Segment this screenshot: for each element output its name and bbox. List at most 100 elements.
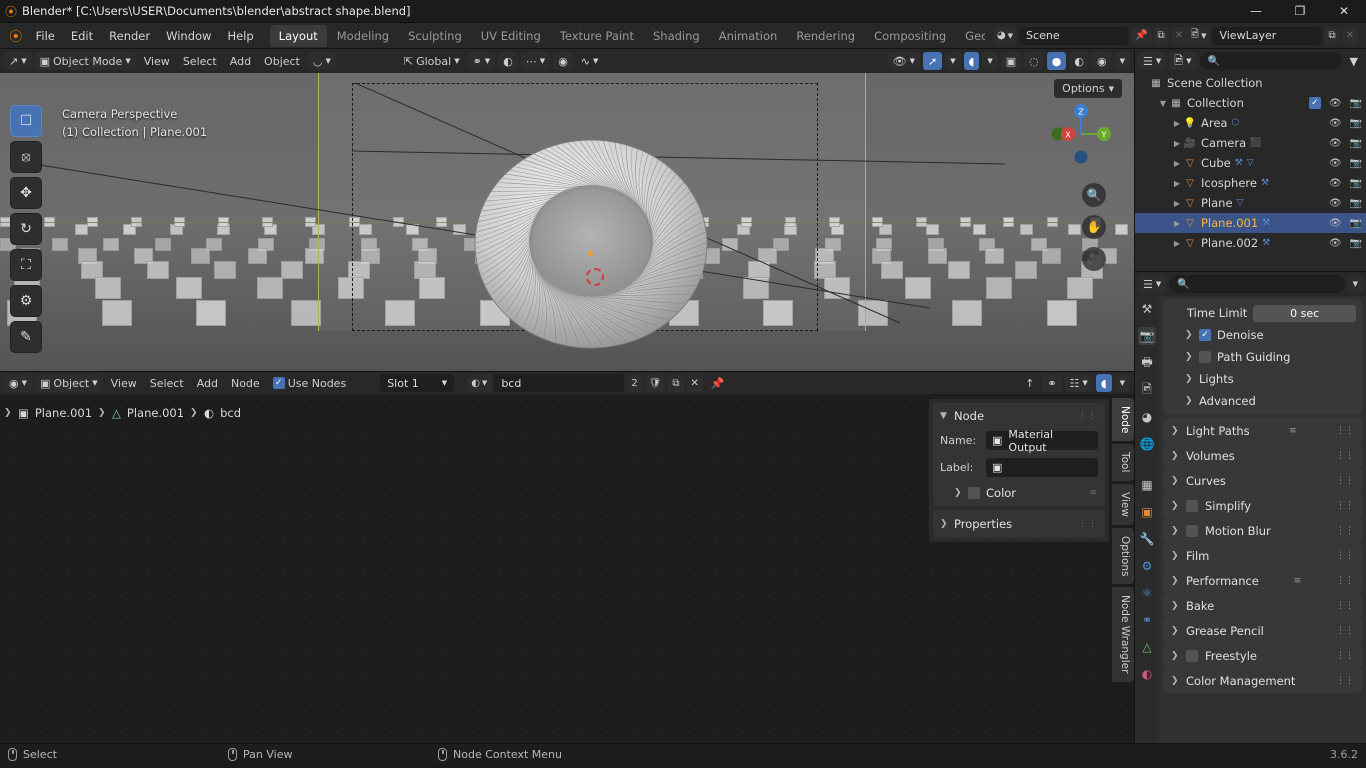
- disable-render-icon[interactable]: 📷: [1350, 118, 1362, 129]
- node-section-header[interactable]: ▼ Node ⋮⋮: [940, 409, 1098, 423]
- tool-annotate[interactable]: ✎: [10, 321, 42, 353]
- expand-triangle-icon[interactable]: ▶: [1171, 179, 1183, 188]
- menu-window[interactable]: Window: [158, 26, 219, 46]
- drag-dots-icon[interactable]: ⋮⋮: [1336, 676, 1354, 686]
- shading-material-icon[interactable]: ◐: [1069, 52, 1089, 70]
- modifier-icon[interactable]: ⚒: [1262, 238, 1270, 248]
- overlays-dropdown-icon[interactable]: ▼: [982, 52, 998, 70]
- outliner-row-area[interactable]: ▶ 💡 Area ⬡ 👁 📷: [1135, 113, 1366, 133]
- property-panel-performance[interactable]: ❯ Performance ≡ ⋮⋮: [1163, 568, 1362, 593]
- drag-dots-icon[interactable]: ⋮⋮: [1336, 576, 1354, 586]
- tab-scene-icon[interactable]: ◕: [1138, 408, 1156, 426]
- shader-menu-add[interactable]: Add: [192, 374, 223, 392]
- outliner-row-plane[interactable]: ▶ ▽ Plane ▽ 👁 📷: [1135, 193, 1366, 213]
- expand-triangle-icon[interactable]: ▶: [1171, 239, 1183, 248]
- property-sub-lights[interactable]: ❯ Lights: [1169, 368, 1356, 390]
- camera-view-icon[interactable]: 🎥: [1082, 247, 1106, 271]
- outliner-filter-icon[interactable]: ▼: [1345, 52, 1363, 70]
- material-name-field[interactable]: bcd: [494, 374, 625, 392]
- shading-wireframe-icon[interactable]: ◌: [1024, 52, 1044, 70]
- node-name-input[interactable]: ▣ Material Output: [986, 428, 1098, 454]
- outliner-row-cube[interactable]: ▶ ▽ Cube ⚒ ▽ 👁 📷: [1135, 153, 1366, 173]
- checkbox-icon[interactable]: [1186, 649, 1198, 662]
- tab-object-icon[interactable]: ▣: [1138, 503, 1156, 521]
- duplicate-material-icon[interactable]: ⧉: [668, 374, 684, 392]
- tab-texture-paint[interactable]: Texture Paint: [551, 25, 643, 47]
- gizmo-dropdown-icon[interactable]: ▼: [945, 52, 961, 70]
- hide-eye-icon[interactable]: 👁: [1329, 158, 1342, 169]
- node-overlays-icon[interactable]: ◖: [1095, 374, 1112, 392]
- property-panel-volumes[interactable]: ❯ Volumes ⋮⋮: [1163, 443, 1362, 468]
- shading-solid-icon[interactable]: ●: [1046, 52, 1067, 70]
- time-limit-value[interactable]: 0 sec: [1253, 304, 1356, 322]
- tool-cursor[interactable]: ⦻: [10, 141, 42, 173]
- outliner-editor-type-icon[interactable]: ☰ ▼: [1138, 52, 1167, 70]
- viewlayer-browse-icon[interactable]: 🖻 ▼: [1187, 26, 1211, 45]
- modifier-icon[interactable]: ⚒: [1261, 178, 1269, 188]
- material-browse-icon[interactable]: ◐ ▼: [467, 374, 492, 392]
- tab-sculpting[interactable]: Sculpting: [399, 25, 471, 47]
- sidebar-tab-options[interactable]: Options: [1112, 527, 1134, 585]
- outliner-row-icosphere[interactable]: ▶ ▽ Icosphere ⚒ 👁 📷: [1135, 173, 1366, 193]
- breadcrumb-mesh[interactable]: Plane.001: [127, 406, 184, 420]
- editor-type-icon[interactable]: ↗ ▼: [4, 52, 32, 70]
- menu-edit[interactable]: Edit: [63, 26, 101, 46]
- scene-browse-icon[interactable]: ◕ ▼: [992, 26, 1018, 45]
- property-sub-advanced[interactable]: ❯ Advanced: [1169, 390, 1356, 412]
- disable-render-icon[interactable]: 📷: [1350, 178, 1362, 189]
- expand-triangle-icon[interactable]: ▶: [1171, 159, 1183, 168]
- modifier-icon[interactable]: ⚒: [1262, 218, 1270, 228]
- outliner-search-input[interactable]: 🔍: [1199, 52, 1342, 70]
- tab-physics-icon[interactable]: ⚛: [1138, 584, 1156, 602]
- modifier-icon[interactable]: ⚒: [1235, 158, 1243, 168]
- menu-help[interactable]: Help: [219, 26, 261, 46]
- checkbox-icon[interactable]: ✓: [1199, 329, 1211, 341]
- drag-dots-icon[interactable]: ⋮⋮: [1336, 651, 1354, 661]
- fake-user-shield-icon[interactable]: 🛡: [644, 374, 666, 392]
- drag-dots-icon[interactable]: ⋮⋮: [1078, 519, 1098, 529]
- tab-render-icon[interactable]: 📷: [1138, 327, 1156, 345]
- pin-id-icon[interactable]: 📌: [706, 374, 730, 392]
- tool-select-box[interactable]: ☐: [10, 105, 42, 137]
- tab-output-icon[interactable]: 🖶: [1138, 354, 1156, 372]
- menu-render[interactable]: Render: [101, 26, 158, 46]
- proportional-edit-icon[interactable]: ◐: [498, 52, 518, 70]
- sidebar-tab-node[interactable]: Node: [1112, 398, 1134, 442]
- checkbox-icon[interactable]: ✓: [1308, 97, 1321, 109]
- viewport-menu-object[interactable]: Object: [259, 52, 305, 70]
- tab-particles-icon[interactable]: ⚙: [1138, 557, 1156, 575]
- list-icon[interactable]: ≡: [1289, 426, 1297, 436]
- tool-transform[interactable]: ⚙: [10, 285, 42, 317]
- checkbox-icon[interactable]: [1186, 499, 1198, 512]
- property-panel-freestyle[interactable]: ❯ Freestyle ⋮⋮: [1163, 643, 1362, 668]
- drag-dots-icon[interactable]: ⋮⋮: [1336, 601, 1354, 611]
- property-panel-motion-blur[interactable]: ❯ Motion Blur ⋮⋮: [1163, 518, 1362, 543]
- modifier-icon[interactable]: ⬛: [1250, 138, 1261, 148]
- shading-rendered-icon[interactable]: ◉: [1092, 52, 1112, 70]
- snap-target-icon[interactable]: ◉: [553, 52, 573, 70]
- shader-menu-select[interactable]: Select: [145, 374, 189, 392]
- breadcrumb-object[interactable]: Plane.001: [35, 406, 92, 420]
- xray-toggle-icon[interactable]: ▣: [1000, 52, 1022, 70]
- tab-animation[interactable]: Animation: [710, 25, 787, 47]
- property-panel-simplify[interactable]: ❯ Simplify ⋮⋮: [1163, 493, 1362, 518]
- property-panel-color-management[interactable]: ❯ Color Management ⋮⋮: [1163, 668, 1362, 693]
- drag-dots-icon[interactable]: ⋮⋮: [1078, 411, 1098, 421]
- viewport-options-button[interactable]: Options ▼: [1054, 79, 1122, 98]
- drag-dots-icon[interactable]: ⋮⋮: [1336, 451, 1354, 461]
- expand-triangle-icon[interactable]: ▶: [1171, 139, 1183, 148]
- tab-layout[interactable]: Layout: [269, 24, 327, 47]
- hide-eye-icon[interactable]: 👁: [1329, 198, 1342, 209]
- properties-options-icon[interactable]: ▼: [1347, 275, 1363, 293]
- property-panel-film[interactable]: ❯ Film ⋮⋮: [1163, 543, 1362, 568]
- tab-shading[interactable]: Shading: [644, 25, 709, 47]
- hide-eye-icon[interactable]: 👁: [1329, 118, 1342, 129]
- tab-uv-editing[interactable]: UV Editing: [472, 25, 550, 47]
- disable-render-icon[interactable]: 📷: [1350, 238, 1362, 249]
- maximize-button[interactable]: ❐: [1278, 0, 1322, 22]
- property-panel-grease-pencil[interactable]: ❯ Grease Pencil ⋮⋮: [1163, 618, 1362, 643]
- tool-move[interactable]: ✥: [10, 177, 42, 209]
- tab-data-icon[interactable]: △: [1138, 638, 1156, 656]
- modifier-icon[interactable]: ▽: [1247, 158, 1254, 168]
- drag-dots-icon[interactable]: ⋮⋮: [1336, 476, 1354, 486]
